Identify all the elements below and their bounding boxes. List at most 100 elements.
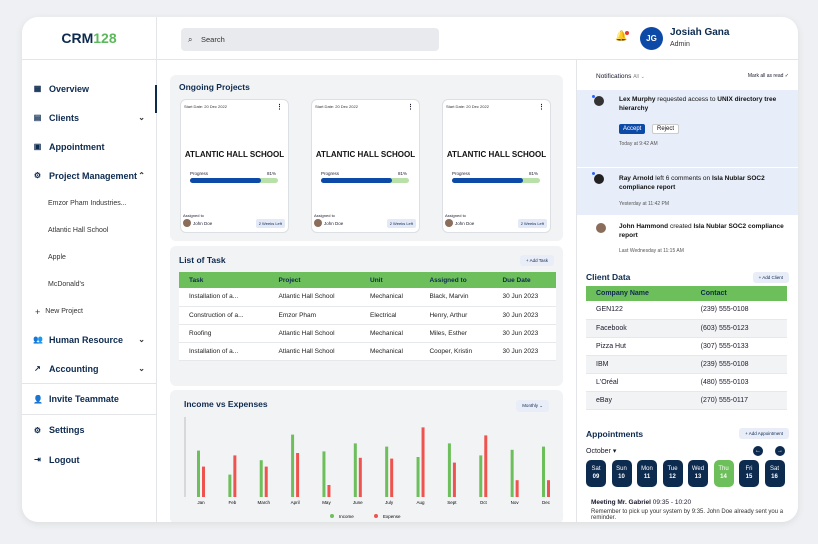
day-name: Fri — [745, 466, 753, 472]
sidebar-item-appointment[interactable]: ▣ Appointment — [22, 132, 156, 161]
calendar-day[interactable]: Fri 15 — [739, 460, 759, 487]
user-name: Josiah Gana — [670, 27, 730, 38]
project-card[interactable]: Start Date: 20 Dec 2022 ⋮ ATLANTIC HALL … — [442, 99, 551, 233]
day-name: Thu — [718, 466, 729, 472]
kebab-menu-icon[interactable]: ⋮ — [538, 103, 545, 111]
table-row[interactable]: Installation of a... Atlantic Hall School… — [179, 288, 556, 307]
accept-button[interactable]: Accept — [619, 124, 646, 134]
section-title: Ongoing Projects — [179, 82, 250, 92]
table-row[interactable]: GEN122 (239) 555-0108 — [586, 301, 787, 320]
notification-item[interactable]: John Hammond created Isla Nublar SOC2 co… — [577, 217, 798, 259]
kebab-menu-icon[interactable]: ⋮ — [276, 103, 283, 111]
sidebar-item-project-management[interactable]: ⚙ Project Management ⌃ — [22, 161, 156, 190]
table-row[interactable]: Pizza Hut (307) 555-0133 — [586, 337, 787, 356]
table-row[interactable]: Roofing Atlantic Hall School Mechanical Mil… — [179, 324, 556, 343]
sidebar-item-accounting[interactable]: ↗ Accounting ⌄ — [22, 354, 156, 383]
day-number: 11 — [643, 474, 651, 480]
income-bar — [353, 443, 357, 497]
user-role: Admin — [670, 41, 690, 48]
calendar-day[interactable]: Sat 09 — [586, 460, 606, 487]
project-card[interactable]: Start Date: 20 Dec 2022 ⋮ ATLANTIC HALL … — [180, 99, 289, 233]
assigned-label: Assigned to — [445, 213, 466, 218]
reject-button[interactable]: Reject — [652, 124, 680, 134]
table-row[interactable]: Installation of a... Atlantic Hall School… — [179, 342, 556, 361]
avatar — [594, 174, 604, 184]
sidebar-item-logout[interactable]: ⇥ Logout — [22, 445, 156, 474]
filter-select[interactable]: All — [633, 74, 639, 80]
table-row[interactable]: IBM (239) 555-0108 — [586, 355, 787, 374]
next-arrow-icon[interactable]: → — [775, 446, 785, 456]
ongoing-projects-card: Ongoing Projects Start Date: 20 Dec 2022… — [170, 75, 563, 241]
calendar-day[interactable]: Mon 11 — [637, 460, 657, 487]
table-cell: L'Oréal — [586, 373, 691, 392]
due-badge: 2 Weeks Left — [386, 219, 416, 228]
income-expenses-card: Income vs Expenses Monthly ⌄ Jan Feb March… — [170, 390, 563, 522]
sidebar-subitem-project[interactable]: Emzor Pham Industries... — [22, 190, 156, 217]
add-task-button[interactable]: + Add Task — [519, 255, 554, 266]
x-tick-label: Feb — [228, 500, 236, 505]
day-number: 13 — [694, 474, 702, 480]
sidebar-item-human-resource[interactable]: 👥 Human Resource ⌄ — [22, 325, 156, 354]
calendar-day[interactable]: Tue 12 — [662, 460, 683, 487]
table-row[interactable]: eBay (270) 555-0117 — [586, 391, 787, 410]
income-bar — [259, 460, 263, 497]
sidebar-item-overview[interactable]: ▦ Overview — [22, 74, 156, 103]
avatar[interactable]: JG — [640, 27, 663, 50]
table-row[interactable]: Construction of a... Emzor Pham Electrical… — [179, 306, 556, 325]
kebab-menu-icon[interactable]: ⋮ — [407, 103, 414, 111]
gear-icon: ⚙ — [33, 425, 42, 435]
month-select[interactable]: October ▾ — [586, 447, 616, 455]
table-cell: Atlantic Hall School — [268, 288, 361, 307]
table-cell: Installation of a... — [179, 342, 269, 361]
table-cell: (603) 555-0123 — [690, 319, 787, 338]
legend-swatch — [330, 514, 334, 518]
x-tick-label: April — [291, 500, 300, 505]
income-bar — [228, 474, 232, 497]
calendar-icon: ▣ — [33, 142, 42, 151]
add-appointment-button[interactable]: + Add Appointment — [739, 428, 789, 439]
sidebar-item-settings[interactable]: ⚙ Settings — [22, 415, 156, 445]
table-cell: eBay — [586, 391, 691, 410]
x-tick-label: Sept — [447, 500, 457, 505]
search-input[interactable]: ⌕ Search — [181, 28, 439, 51]
calendar-day[interactable]: Thu 14 — [713, 460, 734, 487]
progress-bar — [190, 178, 278, 183]
table-cell: (480) 555-0103 — [690, 373, 787, 392]
progress-bar — [321, 178, 409, 183]
expense-bar — [264, 466, 268, 497]
add-client-button[interactable]: + Add Client — [752, 272, 789, 283]
project-name: ATLANTIC HALL SCHOOL — [446, 150, 547, 159]
income-bar — [542, 446, 545, 497]
calendar-day[interactable]: Sat 16 — [764, 460, 785, 487]
table-row[interactable]: Facebook (603) 555-0123 — [586, 319, 787, 338]
new-project-button[interactable]: + New Project — [22, 298, 156, 325]
notification-item[interactable]: Ray Arnold left 6 comments on Isla Nubla… — [577, 168, 798, 215]
table-cell: Black, Marvin — [419, 288, 493, 307]
calendar-day[interactable]: Sun 10 — [611, 460, 632, 487]
legend-label: Income — [339, 514, 354, 519]
x-tick-label: Nov — [511, 500, 520, 505]
notification-item[interactable]: Lex Murphy requested access to UNIX dire… — [577, 90, 798, 167]
day-name: Sat — [591, 466, 601, 472]
income-bar — [197, 450, 200, 497]
avatar — [596, 223, 606, 233]
table-row[interactable]: L'Oréal (480) 555-0103 — [586, 373, 787, 392]
sidebar-subitem-project[interactable]: McDonald's — [22, 271, 156, 298]
prev-arrow-icon[interactable]: ← — [753, 446, 763, 456]
start-date: Start Date: 20 Dec 2022 — [446, 104, 489, 109]
bell-icon[interactable]: 🔔 — [615, 31, 630, 42]
mark-all-read-link[interactable]: Mark all as read ✓ — [748, 73, 789, 79]
calendar-day[interactable]: Wed 13 — [688, 460, 708, 487]
legend-swatch — [374, 514, 378, 518]
table-cell: Atlantic Hall School — [268, 324, 361, 343]
sidebar-subitem-project[interactable]: Apple — [22, 244, 156, 271]
sidebar-item-clients[interactable]: ▤ Clients ⌄ — [22, 103, 156, 132]
section-title: Client Data — [586, 272, 631, 282]
project-name: ATLANTIC HALL SCHOOL — [184, 150, 285, 159]
sidebar-item-invite[interactable]: 👤 Invite Teammate — [22, 384, 156, 414]
notification-time: Yesterday at 11:42 PM — [619, 201, 670, 207]
logo[interactable]: CRM128 — [22, 17, 156, 60]
project-card[interactable]: Start Date: 20 Dec 2022 ⋮ ATLANTIC HALL … — [311, 99, 420, 233]
sidebar-subitem-project[interactable]: Atlantic Hall School — [22, 217, 156, 244]
progress-fill — [321, 178, 393, 183]
